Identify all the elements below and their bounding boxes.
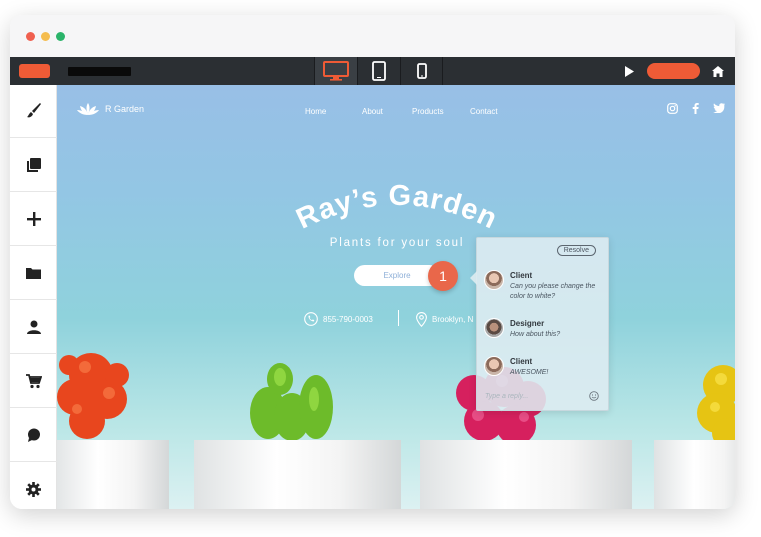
instagram-link[interactable] <box>666 102 678 114</box>
resolve-button[interactable]: Resolve <box>556 245 596 256</box>
comment-item: Client AWESOME! <box>484 356 604 378</box>
emoji-icon[interactable] <box>589 391 599 401</box>
comment-text: Can you please change the color to white… <box>510 283 596 300</box>
lotus-icon <box>77 103 99 115</box>
home-button[interactable] <box>710 63 726 79</box>
folder-icon <box>26 268 41 279</box>
sidebar-item-pages[interactable] <box>10 139 57 192</box>
comment-marker[interactable]: 1 <box>428 261 458 291</box>
browser-window: R Garden Home About Products Contact Ray… <box>10 15 735 509</box>
desktop-icon <box>323 61 349 81</box>
site-logo-text: R Garden <box>105 104 145 114</box>
mobile-icon <box>416 63 427 79</box>
designer-avatar <box>484 318 504 338</box>
phone-number: 855-790-0003 <box>323 314 373 324</box>
site-logo[interactable]: R Garden <box>77 102 144 116</box>
editor-sidebar <box>10 85 57 509</box>
title-bar <box>10 15 735 57</box>
editor-toolbar <box>10 57 735 85</box>
preview-button[interactable] <box>622 64 636 78</box>
twitter-icon <box>713 103 725 113</box>
pink-cactus-pot <box>420 440 632 509</box>
editor-logo[interactable] <box>19 64 50 78</box>
yellow-cactus <box>697 365 735 448</box>
nav-products[interactable]: Products <box>412 107 444 116</box>
nav-contact[interactable]: Contact <box>470 107 498 116</box>
client-avatar <box>484 356 504 376</box>
minimize-window-button[interactable] <box>41 32 50 41</box>
publish-button[interactable] <box>647 63 700 79</box>
sidebar-item-members[interactable] <box>10 301 57 354</box>
facebook-icon <box>692 102 699 114</box>
comment-item: Client Can you please change the color t… <box>484 270 604 301</box>
nav-about[interactable]: About <box>362 107 383 116</box>
contact-location: Brooklyn, N <box>416 312 473 327</box>
home-icon <box>712 65 724 77</box>
contact-phone: 855-790-0003 <box>304 312 373 326</box>
sidebar-item-add[interactable] <box>10 193 57 246</box>
nav-home[interactable]: Home <box>305 107 326 116</box>
orange-cactus <box>57 353 129 439</box>
sidebar-item-settings[interactable] <box>10 463 57 509</box>
reply-input[interactable]: Type a reply... <box>485 393 528 400</box>
panel-pointer <box>470 271 477 285</box>
user-icon <box>26 320 41 334</box>
sidebar-item-store[interactable] <box>10 355 57 408</box>
contact-divider <box>398 310 399 326</box>
location-pin-icon <box>416 312 427 327</box>
orange-cactus-pot <box>57 440 169 509</box>
maximize-window-button[interactable] <box>56 32 65 41</box>
site-title-placeholder <box>68 67 131 76</box>
comment-item: Designer How about this? <box>484 318 604 340</box>
tablet-icon <box>372 61 386 81</box>
green-cactus-pot <box>194 440 401 509</box>
cart-icon <box>25 373 42 388</box>
twitter-link[interactable] <box>713 102 725 114</box>
plus-icon <box>26 212 41 226</box>
yellow-cactus-pot <box>654 440 735 509</box>
paintbrush-icon <box>26 103 41 118</box>
facebook-link[interactable] <box>689 102 701 114</box>
sidebar-item-media[interactable] <box>10 247 57 300</box>
location-text: Brooklyn, N <box>432 315 474 324</box>
instagram-icon <box>666 102 678 114</box>
comment-thread-panel: Resolve Client Can you please change the… <box>470 237 609 411</box>
chat-icon <box>27 428 40 442</box>
comment-author: Designer <box>510 319 545 328</box>
sidebar-item-comments[interactable] <box>10 409 57 462</box>
comment-text: AWESOME! <box>510 369 549 376</box>
website-canvas[interactable]: R Garden Home About Products Contact Ray… <box>57 85 735 509</box>
comment-author: Client <box>510 271 533 280</box>
comment-author: Client <box>510 357 533 366</box>
comment-text: How about this? <box>510 331 561 338</box>
phone-icon <box>304 312 318 326</box>
mobile-view-button[interactable] <box>400 57 443 85</box>
hero-title[interactable]: Ray’s Garden <box>282 180 512 240</box>
client-avatar <box>484 270 504 290</box>
svg-text:Ray’s Garden: Ray’s Garden <box>292 180 503 236</box>
close-window-button[interactable] <box>26 32 35 41</box>
green-cactus <box>250 363 333 441</box>
tablet-view-button[interactable] <box>357 57 400 85</box>
layers-icon <box>27 157 41 172</box>
play-icon <box>625 65 634 77</box>
desktop-view-button[interactable] <box>314 57 357 85</box>
sidebar-item-design[interactable] <box>10 85 57 138</box>
gear-icon <box>26 482 41 497</box>
